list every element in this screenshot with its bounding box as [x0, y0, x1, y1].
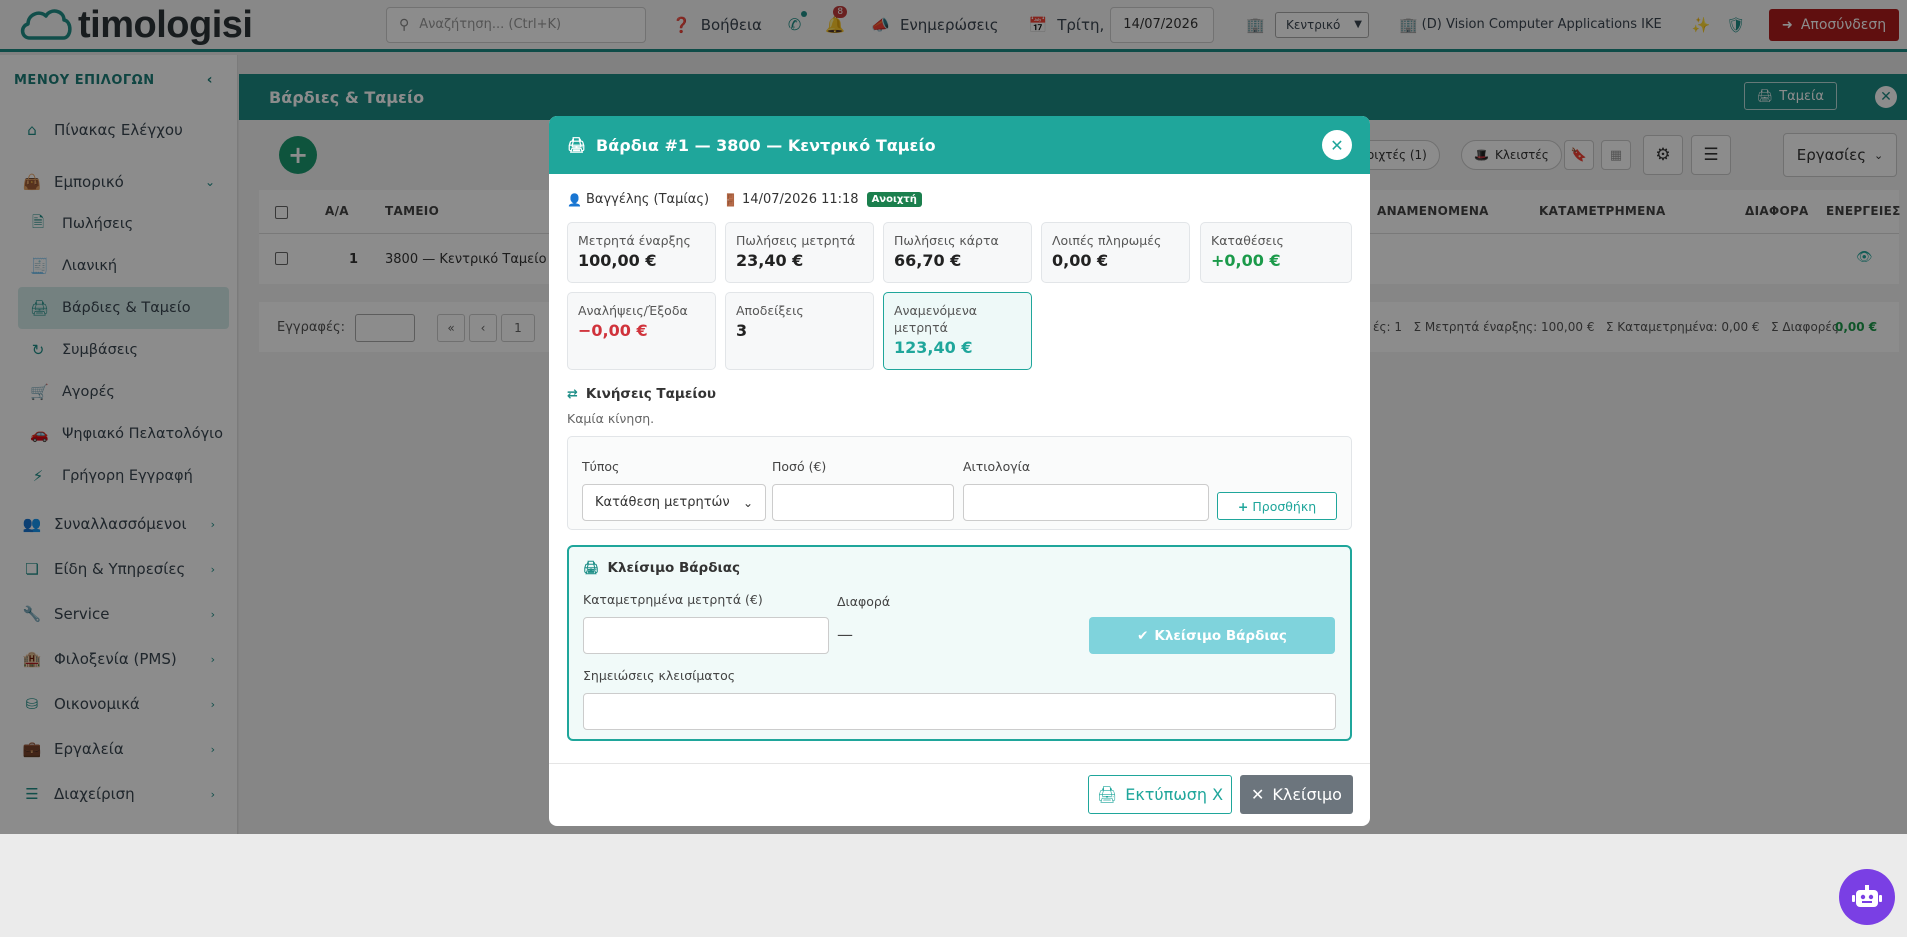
- modal-title: Βάρδια #1 — 3800 — Κεντρικό Ταμείο: [596, 135, 936, 155]
- close-shift-button[interactable]: ✔ Κλείσιμο Βάρδιας: [1089, 617, 1335, 654]
- amount-label: Ποσό (€): [772, 459, 827, 474]
- card-value: 0,00 €: [1052, 251, 1109, 270]
- card-label: Αποδείξεις: [736, 303, 804, 318]
- add-movement-button[interactable]: + Προσθήκη: [1217, 492, 1337, 520]
- counted-label: Καταμετρημένα μετρητά (€): [583, 592, 763, 607]
- print-x-button[interactable]: 🖨 Εκτύπωση X: [1088, 775, 1232, 814]
- card-value: +0,00 €: [1211, 251, 1281, 270]
- status-badge: Ανοιχτή: [866, 192, 922, 207]
- modal-close-footer-button[interactable]: ✕ Κλείσιμο: [1240, 775, 1353, 814]
- shift-info: 👤 Βαγγέλης (Ταμίας) 🚪 14/07/2026 11:18 Α…: [567, 192, 922, 207]
- card-cash-sales: Πωλήσεις μετρητά 23,40 €: [725, 222, 874, 283]
- add-movement-form: Τύπος Κατάθεση μετρητών ⌄ Ποσό (€) Αιτιο…: [567, 436, 1352, 530]
- close-label: Κλείσιμο: [1272, 785, 1342, 804]
- card-withdrawals: Αναλήψεις/Έξοδα −0,00 €: [567, 292, 716, 370]
- card-label: Μετρητά έναρξης: [578, 233, 691, 248]
- card-label: Αναλήψεις/Έξοδα: [578, 303, 688, 318]
- movements-title-text: Κινήσεις Ταμείου: [585, 386, 717, 402]
- chatbot-button[interactable]: [1839, 869, 1895, 925]
- card-value: 23,40 €: [736, 251, 804, 270]
- type-select[interactable]: Κατάθεση μετρητών ⌄: [582, 484, 766, 521]
- print-icon: 🖨: [1096, 785, 1118, 804]
- close-shift-title: 🖨 Κλείσιμο Βάρδιας: [583, 560, 740, 576]
- check-icon: ✔: [1137, 627, 1149, 644]
- close-icon: ✕: [1330, 135, 1344, 155]
- notes-label: Σημειώσεις κλεισίματος: [583, 668, 736, 683]
- card-label: Λοιπές πληρωμές: [1052, 233, 1162, 248]
- reason-label: Αιτιολογία: [963, 459, 1031, 474]
- shift-modal: 🖨 Βάρδια #1 — 3800 — Κεντρικό Ταμείο ✕ 👤…: [549, 116, 1370, 826]
- modal-header: 🖨 Βάρδια #1 — 3800 — Κεντρικό Ταμείο ✕: [549, 116, 1370, 174]
- card-receipts: Αποδείξεις 3: [725, 292, 874, 370]
- notes-input[interactable]: [583, 693, 1336, 730]
- card-other-payments: Λοιπές πληρωμές 0,00 €: [1041, 222, 1190, 283]
- door-open-icon: 🚪: [723, 192, 739, 207]
- cashier-name: Βαγγέλης (Ταμίας): [585, 192, 710, 207]
- add-label: Προσθήκη: [1252, 498, 1317, 514]
- close-shift-section: 🖨 Κλείσιμο Βάρδιας Καταμετρημένα μετρητά…: [567, 545, 1352, 741]
- modal-close-button[interactable]: ✕: [1322, 130, 1352, 160]
- modal-footer: 🖨 Εκτύπωση X ✕ Κλείσιμο: [549, 763, 1370, 826]
- print-label: Εκτύπωση X: [1125, 785, 1224, 804]
- card-expected-cash: Αναμενόμενα μετρητά 123,40 €: [883, 292, 1032, 370]
- card-deposits: Καταθέσεις +0,00 €: [1200, 222, 1352, 283]
- card-card-sales: Πωλήσεις κάρτα 66,70 €: [883, 222, 1032, 283]
- card-value: 66,70 €: [894, 251, 962, 270]
- cash-register-icon: 🖨: [567, 136, 587, 154]
- exchange-icon: ⇄: [567, 386, 578, 402]
- cash-register-icon: 🖨: [583, 560, 600, 576]
- card-label: Πωλήσεις κάρτα: [894, 233, 999, 248]
- card-value: −0,00 €: [578, 321, 648, 340]
- type-value: Κατάθεση μετρητών: [595, 495, 730, 510]
- difference-label: Διαφορά: [837, 594, 891, 609]
- plus-icon: +: [1237, 498, 1249, 514]
- card-label: Καταθέσεις: [1211, 233, 1284, 248]
- amount-input[interactable]: [772, 484, 954, 521]
- card-value: 123,40 €: [894, 338, 973, 357]
- card-opening-cash: Μετρητά έναρξης 100,00 €: [567, 222, 716, 283]
- difference-value: —: [837, 625, 853, 644]
- close-shift-title-text: Κλείσιμο Βάρδιας: [607, 560, 741, 576]
- card-value: 100,00 €: [578, 251, 657, 270]
- user-icon: 👤: [567, 192, 582, 207]
- card-label: Πωλήσεις μετρητά: [736, 233, 856, 248]
- movements-title: ⇄ Κινήσεις Ταμείου: [567, 386, 716, 402]
- type-label: Τύπος: [582, 459, 620, 474]
- reason-input[interactable]: [963, 484, 1209, 521]
- counted-cash-input[interactable]: [583, 617, 829, 654]
- card-label: Αναμενόμενα μετρητά: [894, 303, 978, 335]
- opened-at: 14/07/2026 11:18: [742, 192, 859, 207]
- no-movements-text: Καμία κίνηση.: [567, 411, 655, 426]
- robot-icon: [1852, 885, 1882, 907]
- close-icon: ✕: [1251, 785, 1265, 804]
- close-shift-label: Κλείσιμο Βάρδιας: [1154, 627, 1287, 644]
- page-bottom: [0, 834, 1907, 937]
- card-value: 3: [736, 321, 748, 340]
- chevron-down-icon: ⌄: [742, 495, 753, 510]
